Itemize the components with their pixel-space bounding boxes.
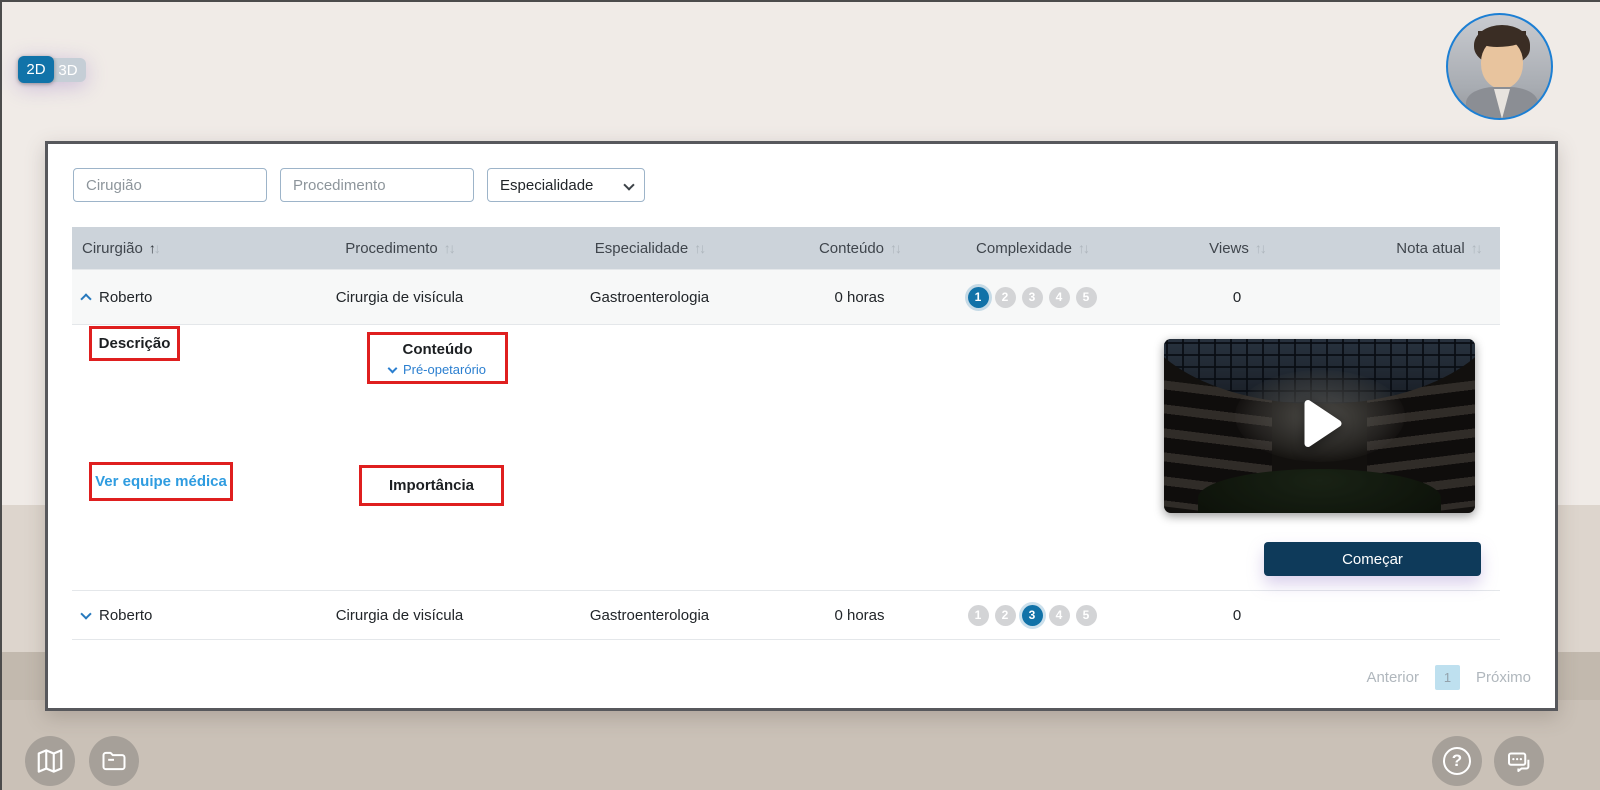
column-header-label: Nota atual	[1396, 239, 1465, 257]
view-mode-toggle: 2D 3D	[18, 56, 86, 83]
views-count: 0	[1232, 606, 1242, 624]
complexity-dot-1: 1	[967, 286, 989, 308]
column-header-label: Especialidade	[594, 239, 689, 257]
next-page-link[interactable]: Próximo	[1476, 669, 1531, 686]
map-button[interactable]	[25, 736, 75, 786]
complexity-rating: 12345	[967, 604, 1097, 626]
column-header-conteudo[interactable]: Conteúdo ↑↓	[752, 240, 967, 257]
complexity-dot-5: 5	[1075, 286, 1097, 308]
specialty-select-wrap: Especialidade	[487, 168, 645, 202]
column-header-label: Conteúdo	[818, 239, 885, 257]
column-header-cirurgiao[interactable]: Cirurgião ↑↓	[72, 240, 252, 257]
filter-bar: Especialidade	[73, 168, 645, 202]
team-highlight-box: Ver equipe médica	[89, 462, 233, 501]
description-label: Descrição	[98, 335, 171, 352]
content-highlight-box: Conteúdo Pré-opetarório	[367, 332, 508, 384]
content-hours: 0 horas	[834, 606, 885, 624]
procedure-name: Cirurgia de visícula	[335, 606, 464, 624]
folder-icon	[100, 747, 128, 775]
column-header-complexidade[interactable]: Complexidade ↑↓	[967, 240, 1097, 257]
procedures-table: Cirurgião ↑↓ Procedimento ↑↓ Especialida…	[72, 227, 1500, 640]
view-medical-team-link[interactable]: Ver equipe médica	[95, 473, 227, 490]
complexity-dot-4: 4	[1048, 604, 1070, 626]
surgeon-filter-input[interactable]	[73, 168, 267, 202]
complexity-dot-4: 4	[1048, 286, 1070, 308]
procedure-filter-input[interactable]	[280, 168, 474, 202]
column-header-label: Complexidade	[976, 239, 1072, 257]
chat-button[interactable]	[1494, 736, 1544, 786]
table-row[interactable]: Roberto Cirurgia de visícula Gastroenter…	[72, 269, 1500, 325]
column-header-label: Cirurgião	[82, 239, 143, 257]
importance-label: Importância	[388, 477, 475, 494]
surgeon-name: Roberto	[99, 606, 153, 624]
toggle-3d-button[interactable]: 3D	[50, 58, 86, 82]
sort-icon[interactable]: ↑↓	[444, 240, 456, 256]
content-item-label: Pré-opetarório	[402, 362, 487, 377]
column-header-procedimento[interactable]: Procedimento ↑↓	[252, 240, 547, 257]
column-header-especialidade[interactable]: Especialidade ↑↓	[547, 240, 752, 257]
sort-icon[interactable]: ↑↓	[1471, 240, 1483, 256]
chevron-down-icon	[387, 363, 398, 374]
procedure-name: Cirurgia de visícula	[335, 288, 464, 306]
importance-highlight-box: Importância	[359, 465, 504, 506]
complexity-dot-1: 1	[967, 604, 989, 626]
content-hours: 0 horas	[834, 288, 885, 306]
table-row[interactable]: Roberto Cirurgia de visícula Gastroenter…	[72, 590, 1500, 640]
content-label: Conteúdo	[402, 341, 473, 358]
complexity-dot-2: 2	[994, 286, 1016, 308]
complexity-dot-2: 2	[994, 604, 1016, 626]
previous-page-link[interactable]: Anterior	[1366, 669, 1419, 686]
main-panel: Especialidade Cirurgião ↑↓ Procedimento …	[45, 141, 1558, 711]
sort-icon[interactable]: ↑↓	[694, 240, 706, 256]
specialty-name: Gastroenterologia	[589, 606, 710, 624]
map-icon	[35, 746, 65, 776]
column-header-label: Procedimento	[345, 239, 438, 257]
current-page-number[interactable]: 1	[1434, 665, 1460, 690]
window-edge-top	[0, 0, 1600, 2]
column-header-views[interactable]: Views ↑↓	[1097, 240, 1377, 257]
sort-icon[interactable]: ↑↓	[890, 240, 902, 256]
chevron-up-icon[interactable]	[80, 293, 92, 305]
sort-icon[interactable]: ↑↓	[1255, 240, 1267, 256]
help-button[interactable]: ?	[1432, 736, 1482, 786]
chat-icon	[1504, 746, 1534, 776]
start-button[interactable]: Começar	[1264, 542, 1481, 576]
window-edge-left	[0, 0, 2, 790]
complexity-dot-5: 5	[1075, 604, 1097, 626]
toggle-2d-button[interactable]: 2D	[18, 56, 54, 83]
surgeon-name: Roberto	[99, 288, 153, 306]
column-header-label: Views	[1209, 239, 1249, 257]
complexity-rating: 12345	[967, 286, 1097, 308]
sort-icon[interactable]: ↑↓	[1078, 240, 1090, 256]
pagination: Anterior 1 Próximo	[1366, 665, 1531, 690]
sort-icon[interactable]: ↑↓	[149, 240, 161, 256]
views-count: 0	[1232, 288, 1242, 306]
user-avatar[interactable]	[1446, 13, 1553, 120]
play-icon[interactable]	[1288, 392, 1352, 461]
description-highlight-box: Descrição	[89, 326, 180, 361]
chevron-down-icon[interactable]	[80, 607, 92, 620]
column-header-nota-atual[interactable]: Nota atual ↑↓	[1377, 240, 1500, 257]
files-button[interactable]	[89, 736, 139, 786]
table-header-row: Cirurgião ↑↓ Procedimento ↑↓ Especialida…	[72, 227, 1500, 269]
specialty-name: Gastroenterologia	[589, 288, 710, 306]
video-thumbnail[interactable]	[1164, 339, 1475, 513]
expanded-row-detail: Descrição Conteúdo Pré-opetarório Ver eq…	[72, 325, 1500, 590]
complexity-dot-3: 3	[1021, 604, 1043, 626]
specialty-select[interactable]: Especialidade	[487, 168, 645, 202]
content-item-preoperative[interactable]: Pré-opetarório	[387, 362, 487, 377]
help-icon: ?	[1443, 747, 1471, 775]
complexity-dot-3: 3	[1021, 286, 1043, 308]
